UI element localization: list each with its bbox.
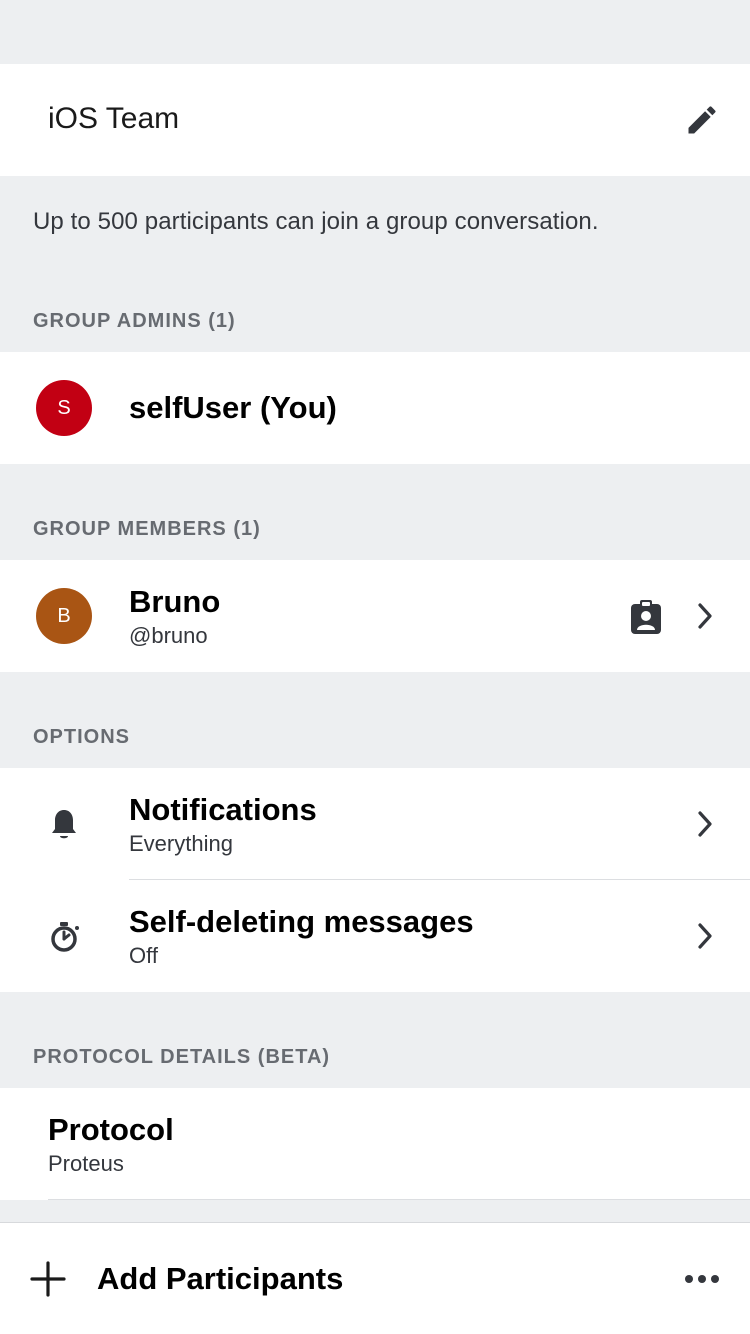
protocol-title: Protocol <box>48 1112 174 1147</box>
chevron-right-icon <box>698 923 712 949</box>
add-participants-label: Add Participants <box>97 1261 344 1296</box>
group-name-row[interactable]: iOS Team <box>0 64 750 176</box>
section-header-protocol: PROTOCOL DETAILS (BETA) <box>33 1046 331 1068</box>
contact-card-icon <box>631 600 661 634</box>
plus-icon <box>30 1261 66 1297</box>
section-header-options: OPTIONS <box>33 726 131 748</box>
notifications-row[interactable]: Notifications Everything <box>0 768 750 880</box>
protocol-row: Protocol Proteus <box>0 1088 750 1200</box>
bell-icon <box>52 810 76 839</box>
self-deleting-title: Self-deleting messages <box>129 904 474 939</box>
member-handle: @bruno <box>129 623 208 648</box>
group-details-screen: iOS Team Up to 500 participants can join… <box>0 0 750 1334</box>
notifications-value: Everything <box>129 831 233 856</box>
section-header-admins: GROUP ADMINS (1) <box>33 310 236 332</box>
self-deleting-row[interactable]: Self-deleting messages Off <box>0 880 750 992</box>
options-group: Notifications Everything Self-deleting m… <box>0 768 750 992</box>
notifications-title: Notifications <box>129 792 317 827</box>
admin-row[interactable]: S selfUser (You) <box>0 352 750 464</box>
member-name: Bruno <box>129 584 221 619</box>
row-separator <box>48 1199 750 1200</box>
pencil-icon[interactable] <box>684 102 720 138</box>
member-row[interactable]: B Bruno @bruno <box>0 560 750 672</box>
capacity-note: Up to 500 participants can join a group … <box>33 208 599 235</box>
ellipsis-icon[interactable] <box>684 1271 720 1287</box>
self-deleting-value: Off <box>129 943 158 968</box>
avatar: S <box>36 380 92 436</box>
add-participants-button[interactable]: Add Participants <box>0 1223 600 1334</box>
protocol-value: Proteus <box>48 1151 124 1176</box>
admin-name: selfUser (You) <box>129 390 337 425</box>
group-name: iOS Team <box>48 102 180 135</box>
chevron-right-icon <box>698 603 712 629</box>
footer-toolbar: Add Participants <box>0 1222 750 1334</box>
chevron-right-icon <box>698 811 712 837</box>
avatar: B <box>36 588 92 644</box>
section-header-members: GROUP MEMBERS (1) <box>33 518 261 540</box>
timer-icon <box>51 922 79 952</box>
